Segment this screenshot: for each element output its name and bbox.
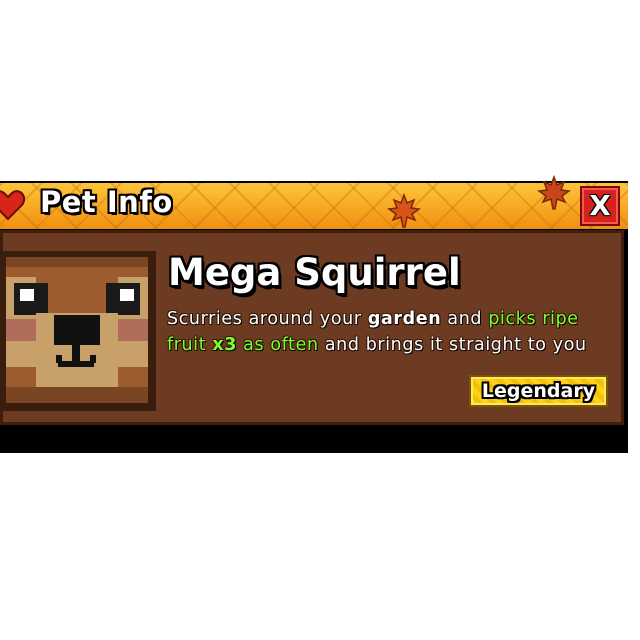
- pet-info-dialog: Pet Info X Mega Squirrel Scurries around…: [0, 175, 640, 453]
- maple-leaf-icon: [387, 193, 421, 228]
- desc-keyword-garden: garden: [367, 309, 442, 329]
- desc-text: Scurries around your: [167, 309, 368, 329]
- pet-portrait-frame: [0, 251, 156, 411]
- rarity-badge: Legendary: [469, 375, 608, 407]
- desc-multiplier: x3: [212, 335, 238, 355]
- desc-text: and brings it straight to you: [318, 335, 587, 355]
- dialog-title: Pet Info: [40, 185, 173, 219]
- desc-highlight: as often: [237, 335, 319, 355]
- dialog-header: Pet Info X: [0, 175, 628, 229]
- pet-description: Scurries around your garden and picks ri…: [167, 306, 617, 358]
- close-button[interactable]: X: [580, 186, 620, 226]
- bottom-bar: [0, 425, 628, 453]
- maple-leaf-icon: [537, 175, 571, 210]
- rarity-label: Legendary: [481, 380, 596, 402]
- squirrel-face-icon: [6, 257, 148, 403]
- close-icon: X: [589, 189, 611, 222]
- pet-name: Mega Squirrel: [168, 251, 461, 294]
- desc-text: and: [441, 309, 489, 329]
- screen-edge: [628, 181, 640, 453]
- heart-icon: [0, 190, 26, 221]
